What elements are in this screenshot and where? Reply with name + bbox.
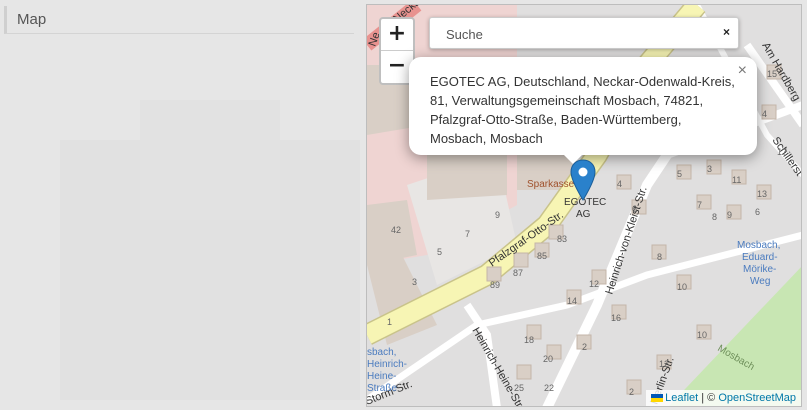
ukraine-flag-icon: [651, 394, 664, 402]
leaflet-link[interactable]: Leaflet: [665, 392, 698, 404]
search-control: ×: [429, 17, 739, 49]
popup-close-button[interactable]: ×: [738, 62, 747, 80]
search-clear-button[interactable]: ×: [723, 25, 730, 39]
osm-link[interactable]: OpenStreetMap: [718, 392, 796, 404]
section-title: Map: [17, 11, 47, 28]
background-watermark: [60, 100, 360, 400]
search-input[interactable]: [436, 22, 718, 46]
map-marker-icon[interactable]: [570, 159, 596, 201]
zoom-in-button[interactable]: +: [381, 19, 413, 51]
map-container[interactable]: Ne Neckar Am Hardberg Schillerst Sparkas…: [366, 4, 802, 407]
map-attribution: Leaflet | © OpenStreetMap: [646, 390, 801, 406]
popup-address: EGOTEC AG, Deutschland, Neckar-Odenwald-…: [430, 74, 735, 146]
location-popup: EGOTEC AG, Deutschland, Neckar-Odenwald-…: [409, 57, 757, 155]
map-section-header: Map: [4, 6, 354, 34]
attribution-separator: | ©: [698, 392, 719, 404]
